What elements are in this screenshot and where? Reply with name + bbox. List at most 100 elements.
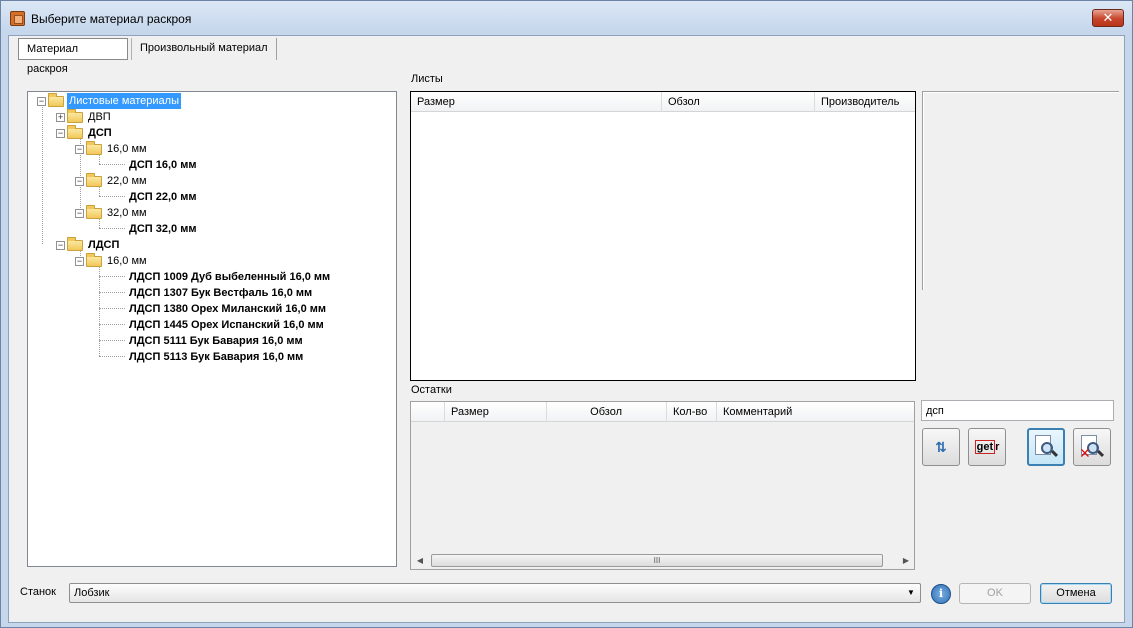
- remnants-label: Остатки: [411, 384, 452, 396]
- collapse-icon[interactable]: −: [75, 176, 84, 186]
- get-r-icon: get r: [974, 440, 1000, 454]
- tree-node-label: ЛДСП 1009 Дуб выбеленный 16,0 мм: [129, 271, 331, 283]
- folder-open-icon: [67, 236, 83, 251]
- machine-label: Станок: [20, 586, 56, 598]
- column-header-comment[interactable]: Комментарий: [717, 402, 914, 422]
- tree-node-label: ЛДСП 1445 Орех Испанский 16,0 мм: [129, 319, 324, 331]
- tree-line: [99, 196, 125, 197]
- tree-node-dsp-16[interactable]: − 16,0 мм: [75, 140, 149, 157]
- tree-node-label: 16,0 мм: [107, 143, 147, 155]
- tree-node-label: ДСП: [88, 127, 112, 139]
- tree-node-ldsp-16[interactable]: − 16,0 мм: [75, 252, 149, 269]
- tree-node-dsp-22[interactable]: − 22,0 мм: [75, 172, 149, 189]
- folder-icon: [67, 108, 83, 123]
- tree-leaf-material[interactable]: ЛДСП 1009 Дуб выбеленный 16,0 мм: [127, 269, 332, 285]
- tree-node-label: 16,0 мм: [107, 255, 147, 267]
- tree-leaf-material[interactable]: ЛДСП 1380 Орех Миланский 16,0 мм: [127, 301, 328, 317]
- tree-node-label: 32,0 мм: [107, 207, 147, 219]
- tree-node-label: ДВП: [88, 111, 111, 123]
- tree-line: [99, 164, 125, 165]
- folder-open-icon: [86, 172, 102, 187]
- tree-node-label: ЛДСП: [88, 239, 120, 251]
- horizontal-scrollbar[interactable]: ◀ III ▶: [411, 552, 914, 569]
- tree-node-ldsp[interactable]: − ЛДСП: [56, 236, 121, 253]
- tree-node-label: ДСП 16,0 мм: [129, 159, 197, 171]
- folder-open-icon: [67, 124, 83, 139]
- tree-node-label: 22,0 мм: [107, 175, 147, 187]
- collapse-icon[interactable]: −: [56, 128, 65, 138]
- clear-search-icon: ✕: [1079, 434, 1105, 460]
- tree-line: [99, 356, 125, 357]
- tree-leaf-material[interactable]: ДСП 32,0 мм: [127, 221, 198, 237]
- tree-leaf-material[interactable]: ДСП 22,0 мм: [127, 189, 198, 205]
- column-header-size[interactable]: Размер: [445, 402, 547, 422]
- folder-open-icon: [86, 252, 102, 267]
- swap-button[interactable]: ⇅: [922, 428, 960, 466]
- sheets-label: Листы: [411, 73, 443, 85]
- folder-open-icon: [86, 140, 102, 155]
- material-filter-input[interactable]: [921, 400, 1114, 421]
- tree-line: [99, 228, 125, 229]
- close-button[interactable]: ✕: [1092, 9, 1124, 27]
- replace-icon: ⇅: [935, 438, 947, 455]
- collapse-icon[interactable]: −: [75, 144, 84, 154]
- chevron-down-icon[interactable]: ▼: [904, 586, 918, 600]
- title-bar[interactable]: Выберите материал раскроя ✕: [1, 1, 1132, 35]
- collapse-icon[interactable]: −: [56, 240, 65, 250]
- tree-leaf-material[interactable]: ЛДСП 1307 Бук Вестфаль 16,0 мм: [127, 285, 314, 301]
- tree-node-label: ДСП 22,0 мм: [129, 191, 197, 203]
- column-header-edge[interactable]: Обзол: [662, 92, 815, 112]
- search-document-icon: [1033, 434, 1059, 460]
- info-icon[interactable]: i: [931, 584, 951, 604]
- remnants-grid-header: Размер Обзол Кол-во Комментарий: [411, 402, 914, 422]
- tab-cutting-material[interactable]: Материал раскроя: [18, 38, 128, 75]
- tree-node-dsp[interactable]: − ДСП: [56, 124, 114, 141]
- dialog-client-area: Материал раскроя Произвольный материал −: [8, 35, 1125, 623]
- folder-open-icon: [86, 204, 102, 219]
- collapse-icon[interactable]: −: [75, 256, 84, 266]
- material-preview: [922, 91, 1119, 290]
- tree-leaf-material[interactable]: ЛДСП 5113 Бук Бавария 16,0 мм: [127, 349, 305, 365]
- tree-node-label: Листовые материалы: [67, 93, 181, 109]
- window-title: Выберите материал раскроя: [31, 12, 192, 26]
- machine-select[interactable]: Лобзик ▼: [69, 583, 921, 603]
- column-header-manufacturer[interactable]: Производитель: [815, 92, 915, 112]
- folder-open-icon: [48, 92, 64, 107]
- materials-tree[interactable]: − Листовые материалы + ДВП − ДСП − 16,0 …: [27, 91, 397, 567]
- tree-node-label: ЛДСП 1380 Орех Миланский 16,0 мм: [129, 303, 327, 315]
- sheets-grid-header: Размер Обзол Производитель: [411, 92, 915, 112]
- scroll-right-icon[interactable]: ▶: [899, 554, 913, 567]
- tree-line: [99, 324, 125, 325]
- tree-node-label: ЛДСП 1307 Бук Вестфаль 16,0 мм: [129, 287, 313, 299]
- tree-node-label: ДСП 32,0 мм: [129, 223, 197, 235]
- collapse-icon[interactable]: −: [75, 208, 84, 218]
- tree-line: [99, 264, 100, 356]
- tree-node-dvp[interactable]: + ДВП: [56, 108, 113, 125]
- tree-node-dsp-32[interactable]: − 32,0 мм: [75, 204, 149, 221]
- sheets-grid[interactable]: Размер Обзол Производитель: [410, 91, 916, 381]
- get-remnants-button[interactable]: get r: [968, 428, 1006, 466]
- column-header-marker[interactable]: [411, 402, 445, 422]
- tree-leaf-material[interactable]: ЛДСП 5111 Бук Бавария 16,0 мм: [127, 333, 305, 349]
- remnants-grid[interactable]: Размер Обзол Кол-во Комментарий ◀ III ▶: [410, 401, 915, 570]
- tree-node-label: ЛДСП 5113 Бук Бавария 16,0 мм: [129, 351, 304, 363]
- ok-button[interactable]: OK: [959, 583, 1031, 604]
- tree-node-root[interactable]: − Листовые материалы: [37, 92, 181, 109]
- tree-node-label: ЛДСП 5111 Бук Бавария 16,0 мм: [129, 335, 303, 347]
- tree-line: [99, 340, 125, 341]
- collapse-icon[interactable]: −: [37, 96, 46, 106]
- column-header-quantity[interactable]: Кол-во: [667, 402, 717, 422]
- tree-leaf-material[interactable]: ЛДСП 1445 Орех Испанский 16,0 мм: [127, 317, 326, 333]
- scroll-left-icon[interactable]: ◀: [413, 554, 427, 567]
- scroll-thumb[interactable]: III: [431, 554, 883, 567]
- cancel-button[interactable]: Отмена: [1040, 583, 1112, 604]
- expand-icon[interactable]: +: [56, 112, 65, 122]
- tab-custom-material[interactable]: Произвольный материал: [131, 38, 277, 60]
- column-header-size[interactable]: Размер: [411, 92, 662, 112]
- search-button[interactable]: [1027, 428, 1065, 466]
- dialog-window: Выберите материал раскроя ✕ Материал рас…: [0, 0, 1133, 628]
- machine-select-value: Лобзик: [74, 587, 110, 599]
- clear-search-button[interactable]: ✕: [1073, 428, 1111, 466]
- tree-leaf-material[interactable]: ДСП 16,0 мм: [127, 157, 198, 173]
- column-header-edge[interactable]: Обзол: [547, 402, 667, 422]
